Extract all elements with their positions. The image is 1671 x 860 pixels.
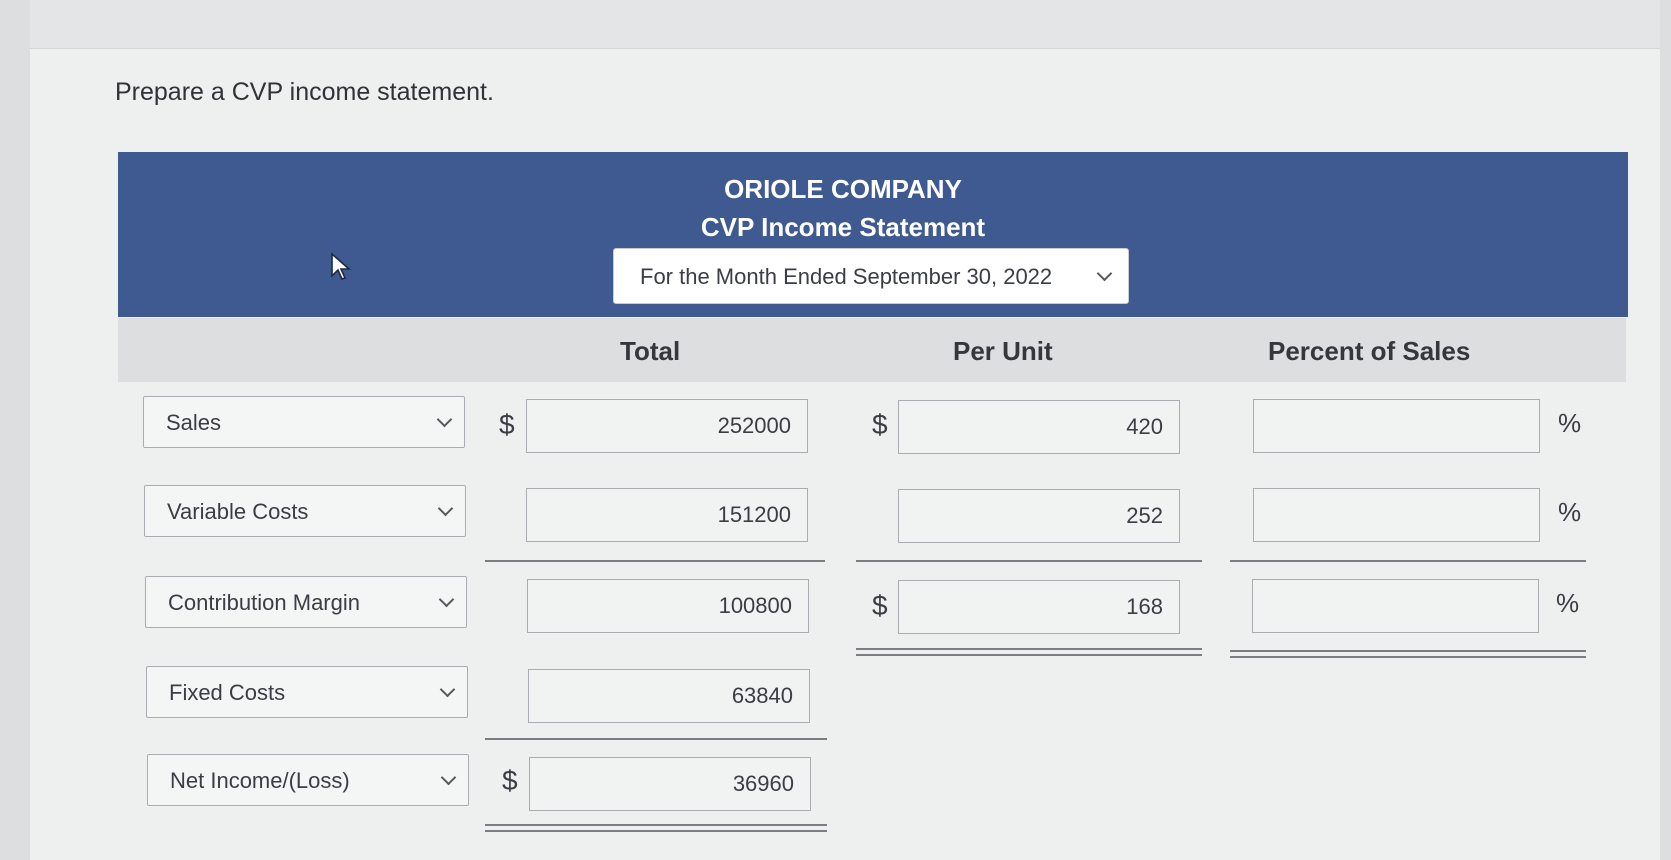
- column-header-per-unit: Per Unit: [953, 336, 1053, 366]
- percent-underline: [1230, 560, 1586, 562]
- per-unit-underline: [856, 560, 1202, 562]
- chevron-down-icon: [440, 769, 457, 786]
- statement-title: CVP Income Statement: [700, 212, 986, 242]
- chevron-down-icon: [439, 681, 456, 698]
- dollar-sign: $: [872, 409, 888, 440]
- chevron-down-icon: [436, 411, 453, 428]
- chevron-down-icon: [438, 591, 455, 608]
- row-label-text: Contribution Margin: [168, 590, 360, 615]
- mouse-pointer-icon: [331, 252, 352, 280]
- column-header-percent: Percent of Sales: [1268, 336, 1471, 366]
- company-name: ORIOLE COMPANY: [724, 174, 962, 204]
- row-label-dropdown-fixed-costs[interactable]: Fixed Costs: [146, 666, 468, 718]
- percent-sign: %: [1558, 408, 1582, 438]
- sales-total-input[interactable]: 252000: [526, 399, 808, 453]
- sales-per-unit-input[interactable]: 420: [898, 400, 1180, 454]
- instruction-text: Prepare a CVP income statement.: [115, 78, 494, 106]
- row-label-text: Sales: [166, 410, 222, 435]
- page: Prepare a CVP income statement. ORIOLE C…: [30, 0, 1660, 860]
- row-label-dropdown-net-income[interactable]: Net Income/(Loss): [147, 754, 469, 806]
- per-unit-double-underline: [856, 648, 1202, 656]
- chevron-down-icon: [437, 500, 454, 517]
- contribution-margin-percent-input[interactable]: [1252, 579, 1539, 633]
- row-label-dropdown-contribution-margin[interactable]: Contribution Margin: [145, 576, 467, 628]
- period-dropdown-value: For the Month Ended September 30, 2022: [640, 264, 1053, 289]
- column-header-total: Total: [620, 336, 681, 366]
- period-dropdown[interactable]: For the Month Ended September 30, 2022: [613, 248, 1129, 304]
- variable-costs-per-unit-input[interactable]: 252: [898, 489, 1180, 543]
- dollar-sign: $: [499, 409, 515, 440]
- percent-double-underline: [1230, 650, 1586, 658]
- variable-costs-percent-input[interactable]: [1253, 488, 1540, 542]
- row-label-dropdown-variable-costs[interactable]: Variable Costs: [144, 485, 466, 537]
- total-underline: [485, 738, 827, 740]
- chevron-down-icon: [1096, 265, 1113, 282]
- row-label-text: Fixed Costs: [169, 680, 286, 705]
- contribution-margin-total-input[interactable]: 100800: [527, 579, 809, 633]
- sales-percent-input[interactable]: [1253, 399, 1540, 453]
- net-income-total-input[interactable]: 36960: [529, 757, 811, 811]
- row-label-text: Net Income/(Loss): [170, 768, 350, 793]
- column-header-band: Total Per Unit Percent of Sales: [118, 318, 1626, 382]
- dollar-sign: $: [872, 590, 888, 621]
- row-label-dropdown-sales[interactable]: Sales: [143, 396, 465, 448]
- statement-header: ORIOLE COMPANY CVP Income Statement For …: [118, 152, 1628, 317]
- percent-sign: %: [1558, 497, 1582, 527]
- row-label-text: Variable Costs: [167, 499, 309, 524]
- total-underline: [485, 560, 825, 562]
- total-double-underline: [485, 824, 827, 832]
- variable-costs-total-input[interactable]: 151200: [526, 488, 808, 542]
- fixed-costs-total-input[interactable]: 63840: [528, 669, 810, 723]
- percent-sign: %: [1556, 588, 1580, 618]
- contribution-margin-per-unit-input[interactable]: 168: [898, 580, 1180, 634]
- dollar-sign: $: [502, 765, 518, 796]
- page-top-band: [30, 0, 1660, 49]
